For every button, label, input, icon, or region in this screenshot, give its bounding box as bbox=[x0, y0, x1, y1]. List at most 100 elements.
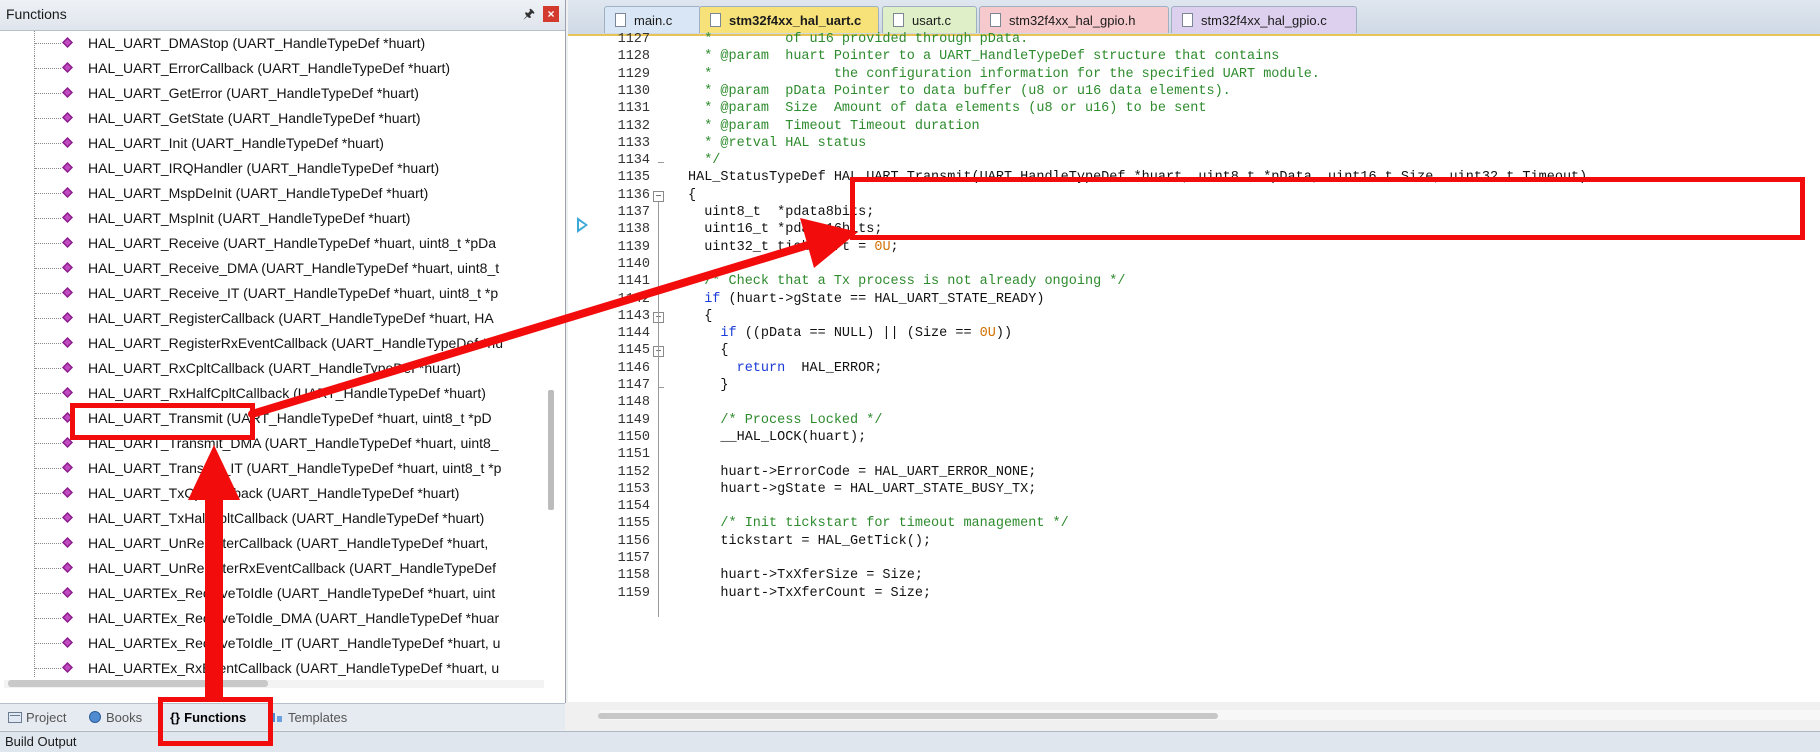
function-list-item[interactable]: HAL_UART_RegisterCallback (UART_HandleTy… bbox=[0, 306, 550, 331]
editor-tab-stm32f4xx-hal-uart-c[interactable]: stm32f4xx_hal_uart.c bbox=[699, 6, 879, 33]
function-list-item[interactable]: HAL_UART_Receive_DMA (UART_HandleTypeDef… bbox=[0, 256, 550, 281]
function-icon bbox=[62, 162, 73, 173]
line-number: 1144 bbox=[617, 326, 650, 342]
function-list-item[interactable]: HAL_UART_RxCpltCallback (UART_HandleType… bbox=[0, 356, 550, 381]
editor-tab-main-c[interactable]: main.c bbox=[604, 6, 701, 33]
line-number: 1154 bbox=[617, 499, 650, 515]
tree-branch-line bbox=[35, 168, 61, 170]
function-list-item[interactable]: HAL_UART_Receive_IT (UART_HandleTypeDef … bbox=[0, 281, 550, 306]
function-list-item[interactable]: HAL_UARTEx_ReceiveToIdle_DMA (UART_Handl… bbox=[0, 606, 550, 631]
function-list-item[interactable]: HAL_UART_ErrorCallback (UART_HandleTypeD… bbox=[0, 56, 550, 81]
function-list-item[interactable]: HAL_UART_TxHalfCpltCallback (UART_Handle… bbox=[0, 506, 550, 531]
editor-horizontal-scroll-thumb[interactable] bbox=[598, 713, 1218, 719]
line-number: 1149 bbox=[617, 412, 650, 428]
function-list-item[interactable]: HAL_UARTEx_RxEventCallback (UART_HandleT… bbox=[0, 656, 550, 677]
function-list-item[interactable]: HAL_UART_UnRegisterCallback (UART_Handle… bbox=[0, 531, 550, 556]
code-line: * @param Timeout Timeout duration bbox=[688, 118, 980, 134]
code-line: tickstart = HAL_GetTick(); bbox=[688, 533, 932, 549]
function-list-item[interactable]: HAL_UART_RegisterRxEventCallback (UART_H… bbox=[0, 331, 550, 356]
code-line: /* Check that a Tx process is not alread… bbox=[688, 274, 1126, 290]
function-list-item[interactable]: HAL_UART_UnRegisterRxEventCallback (UART… bbox=[0, 556, 550, 581]
editor-tab-stm32f4xx-hal-gpio-c[interactable]: stm32f4xx_hal_gpio.c bbox=[1171, 6, 1357, 33]
build-output-label[interactable]: Build Output bbox=[5, 734, 77, 749]
fold-end-marker bbox=[658, 387, 664, 389]
line-number: 1127 bbox=[617, 32, 650, 47]
line-number: 1148 bbox=[617, 395, 650, 411]
function-icon bbox=[62, 312, 73, 323]
function-icon bbox=[62, 587, 73, 598]
code-line: * @retval HAL status bbox=[688, 135, 867, 151]
tree-branch-line bbox=[35, 93, 61, 95]
line-number: 1140 bbox=[617, 256, 650, 272]
functions-tree: HAL_UART_DMAStop (UART_HandleTypeDef *hu… bbox=[0, 31, 550, 677]
code-line: * the configuration information for the … bbox=[688, 66, 1320, 82]
tree-branch-line bbox=[35, 618, 61, 620]
pin-icon[interactable]: 🖈︎ bbox=[520, 5, 538, 23]
function-list-item[interactable]: HAL_UART_GetState (UART_HandleTypeDef *h… bbox=[0, 106, 550, 131]
function-icon bbox=[62, 137, 73, 148]
function-list-item-label: HAL_UART_RxHalfCpltCallback (UART_Handle… bbox=[88, 385, 486, 401]
function-list-item-label: HAL_UART_MspInit (UART_HandleTypeDef *hu… bbox=[88, 210, 411, 226]
fold-toggle-icon[interactable]: − bbox=[653, 190, 664, 202]
code-line: huart->TxXferSize = Size; bbox=[688, 568, 923, 584]
close-icon[interactable]: × bbox=[543, 6, 559, 22]
tab-templates-label: Templates bbox=[288, 709, 348, 725]
function-list-item[interactable]: HAL_UARTEx_ReceiveToIdle_IT (UART_Handle… bbox=[0, 631, 550, 656]
file-icon bbox=[615, 13, 626, 27]
functions-panel-header bbox=[0, 0, 565, 31]
code-line: return HAL_ERROR; bbox=[736, 360, 883, 376]
fold-guide-line bbox=[658, 201, 660, 617]
function-list-item[interactable]: HAL_UART_TxCpltCallback (UART_HandleType… bbox=[0, 481, 550, 506]
function-list-item[interactable]: HAL_UART_IRQHandler (UART_HandleTypeDef … bbox=[0, 156, 550, 181]
tree-branch-line bbox=[35, 368, 61, 370]
function-list-item[interactable]: HAL_UART_Transmit_IT (UART_HandleTypeDef… bbox=[0, 456, 550, 481]
tree-horizontal-scroll-thumb[interactable] bbox=[8, 680, 268, 687]
current-line-marker-inner bbox=[579, 221, 585, 229]
line-number: 1131 bbox=[617, 101, 650, 117]
function-list-item[interactable]: HAL_UART_Init (UART_HandleTypeDef *huart… bbox=[0, 131, 550, 156]
highlight-box-function-signature bbox=[850, 177, 1805, 240]
function-icon bbox=[62, 487, 73, 498]
line-number: 1138 bbox=[617, 222, 650, 238]
line-number: 1145 bbox=[617, 343, 650, 359]
function-list-item-label: HAL_UART_Receive_DMA (UART_HandleTypeDef… bbox=[88, 260, 500, 276]
function-icon bbox=[62, 612, 73, 623]
function-list-item[interactable]: HAL_UART_MspInit (UART_HandleTypeDef *hu… bbox=[0, 206, 550, 231]
code-line: { bbox=[688, 343, 729, 359]
tab-templates[interactable]: Templates bbox=[270, 707, 347, 727]
function-list-item-label: HAL_UART_RxCpltCallback (UART_HandleType… bbox=[88, 360, 461, 376]
function-list-item-label: HAL_UART_MspDeInit (UART_HandleTypeDef *… bbox=[88, 185, 429, 201]
tree-branch-line bbox=[35, 393, 61, 395]
editor-tab-usart-c[interactable]: usart.c bbox=[882, 6, 977, 33]
function-list-item[interactable]: HAL_UART_GetError (UART_HandleTypeDef *h… bbox=[0, 81, 550, 106]
tree-vertical-scrollbar[interactable] bbox=[548, 31, 556, 671]
tab-books[interactable]: Books bbox=[88, 707, 142, 727]
highlight-box-function-list-item bbox=[70, 403, 255, 440]
line-number: 1141 bbox=[617, 274, 650, 290]
function-icon bbox=[62, 637, 73, 648]
editor-tab-label: main.c bbox=[634, 12, 673, 28]
tab-project[interactable]: Project bbox=[8, 707, 66, 727]
editor-tab-label: stm32f4xx_hal_uart.c bbox=[729, 12, 862, 28]
function-list-item[interactable]: HAL_UART_DMAStop (UART_HandleTypeDef *hu… bbox=[0, 31, 550, 56]
editor-tab-label: stm32f4xx_hal_gpio.c bbox=[1201, 12, 1327, 28]
editor-tab-stm32f4xx-hal-gpio-h[interactable]: stm32f4xx_hal_gpio.h bbox=[979, 6, 1169, 33]
fold-end-marker bbox=[658, 162, 664, 164]
tree-branch-line bbox=[35, 568, 61, 570]
function-list-item-label: HAL_UART_RegisterCallback (UART_HandleTy… bbox=[88, 310, 494, 326]
tree-branch-line bbox=[35, 443, 61, 445]
tree-branch-line bbox=[35, 593, 61, 595]
function-list-item-label: HAL_UART_RegisterRxEventCallback (UART_H… bbox=[88, 335, 504, 351]
function-list-item[interactable]: HAL_UART_MspDeInit (UART_HandleTypeDef *… bbox=[0, 181, 550, 206]
line-number: 1129 bbox=[617, 66, 650, 82]
function-list-item-label: HAL_UART_GetError (UART_HandleTypeDef *h… bbox=[88, 85, 419, 101]
tab-project-label: Project bbox=[26, 709, 67, 725]
code-line: huart->ErrorCode = HAL_UART_ERROR_NONE; bbox=[688, 464, 1037, 480]
function-list-item[interactable]: HAL_UARTEx_ReceiveToIdle (UART_HandleTyp… bbox=[0, 581, 550, 606]
line-number: 1156 bbox=[617, 533, 650, 549]
function-icon bbox=[62, 562, 73, 573]
function-list-item[interactable]: HAL_UART_Receive (UART_HandleTypeDef *hu… bbox=[0, 231, 550, 256]
tree-vertical-scroll-thumb[interactable] bbox=[548, 390, 554, 510]
tree-branch-line bbox=[35, 518, 61, 520]
code-line: * @param pData Pointer to data buffer (u… bbox=[688, 83, 1231, 99]
